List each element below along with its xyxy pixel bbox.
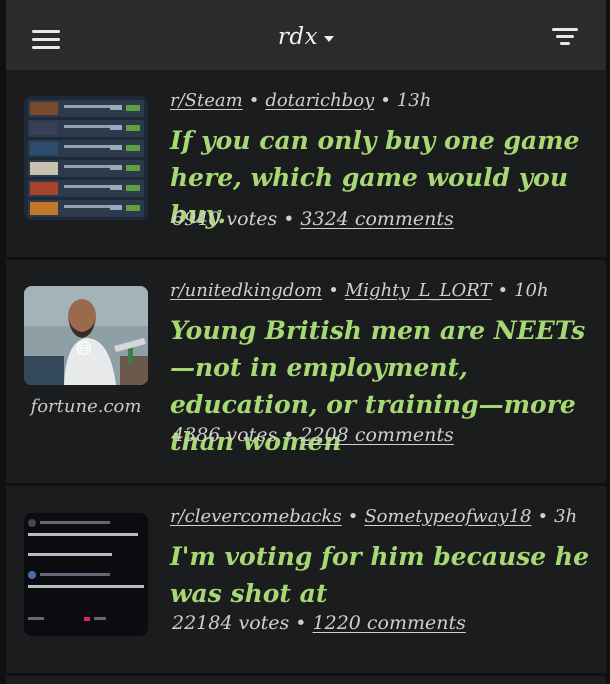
subreddit-link[interactable]: r/clevercomebacks <box>170 506 342 527</box>
post-meta: r/clevercomebacks • Sometypeofway18 • 3h <box>170 506 578 527</box>
post-stats: 4386 votes • 2208 comments <box>172 424 454 446</box>
menu-icon[interactable] <box>32 28 60 50</box>
vote-count: 22184 votes <box>172 612 290 634</box>
post-meta: r/unitedkingdom • Mighty_L_LORT • 10h <box>170 280 549 301</box>
app-frame: rdx r/Steam • dotarichboy • 13h If you can o… <box>6 0 606 684</box>
globe-link-icon: 🌐︎ <box>76 336 92 360</box>
post-item[interactable]: r/clevercomebacks • Sometypeofway18 • 3h I'm… <box>6 486 606 676</box>
post-feed: r/Steam • dotarichboy • 13h If you can only … <box>6 70 606 676</box>
post-meta: r/Steam • dotarichboy • 13h <box>170 90 432 111</box>
post-stats: 22184 votes • 1220 comments <box>172 612 466 634</box>
post-age: 3h <box>554 506 578 527</box>
post-item[interactable]: 🌐︎ fortune.com r/unitedkingdom • Mighty_L_… <box>6 260 606 486</box>
post-thumbnail[interactable]: 🌐︎ <box>24 286 148 385</box>
author-link[interactable]: Sometypeofway18 <box>364 506 531 527</box>
post-title[interactable]: I'm voting for him because he was shot a… <box>170 538 594 612</box>
post-thumbnail[interactable] <box>24 513 148 636</box>
vote-count: 6940 votes <box>172 208 278 230</box>
feed-selector[interactable]: rdx <box>277 24 335 50</box>
comments-link[interactable]: 1220 comments <box>313 612 466 634</box>
post-thumbnail[interactable] <box>24 96 148 220</box>
post-stats: 6940 votes • 3324 comments <box>172 208 454 230</box>
app-title: rdx <box>277 24 319 50</box>
author-link[interactable]: Mighty_L_LORT <box>345 280 492 301</box>
top-bar: rdx <box>6 0 606 70</box>
filter-icon[interactable] <box>552 26 578 46</box>
post-age: 10h <box>514 280 549 301</box>
link-domain: fortune.com <box>30 396 142 417</box>
chevron-down-icon <box>324 36 335 42</box>
post-item[interactable]: r/Steam • dotarichboy • 13h If you can only … <box>6 70 606 260</box>
post-age: 13h <box>396 90 432 111</box>
author-link[interactable]: dotarichboy <box>265 90 374 111</box>
vote-count: 4386 votes <box>172 424 278 446</box>
comments-link[interactable]: 3324 comments <box>300 208 453 230</box>
tweet-screenshot <box>24 513 148 636</box>
subreddit-link[interactable]: r/Steam <box>170 90 243 111</box>
subreddit-link[interactable]: r/unitedkingdom <box>170 280 322 301</box>
comments-link[interactable]: 2208 comments <box>300 424 453 446</box>
